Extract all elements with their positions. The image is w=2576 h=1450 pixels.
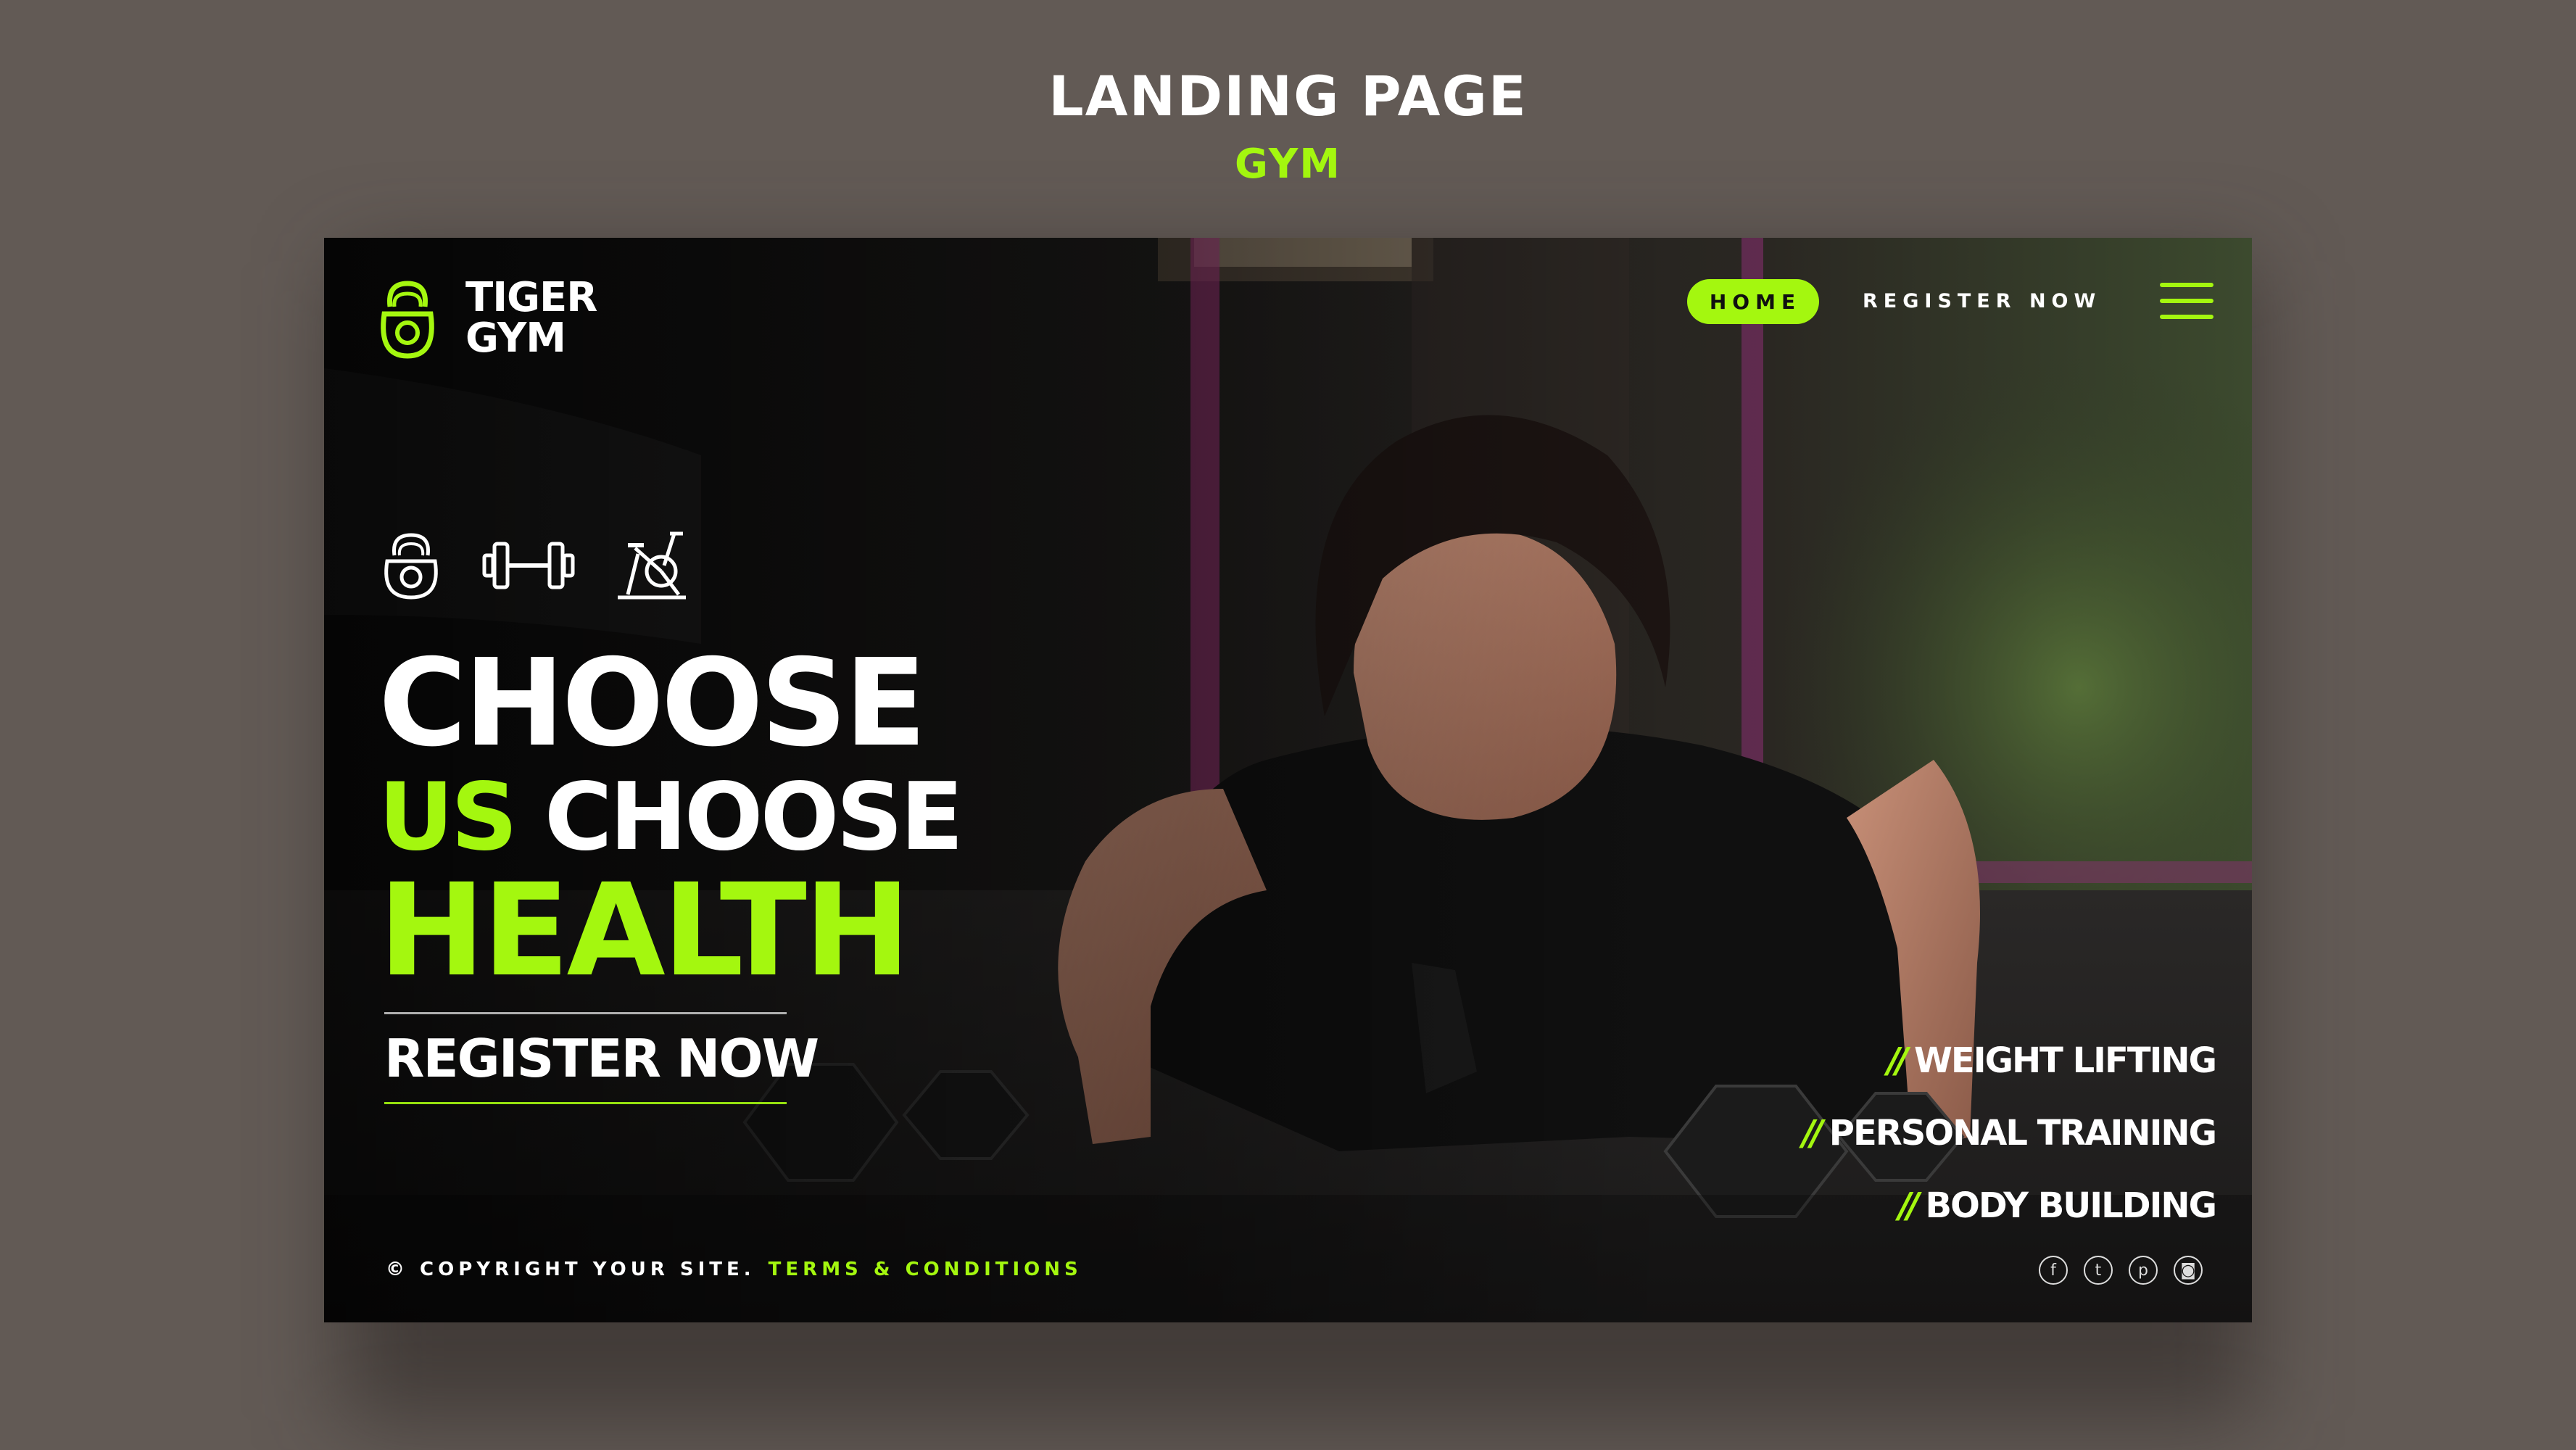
- service-label: WEIGHT LIFTING: [1913, 1040, 2217, 1081]
- service-item[interactable]: //BODY BUILDING: [1802, 1169, 2217, 1242]
- terms-link[interactable]: TERMS & CONDITIONS: [769, 1259, 1082, 1280]
- social-links: f t p ◙: [2023, 1256, 2203, 1285]
- service-item[interactable]: //WEIGHT LIFTING: [1802, 1024, 2217, 1097]
- kettlebell-icon: [384, 533, 438, 600]
- exercise-bike-icon: [618, 531, 686, 600]
- brand-line1: TIGER: [465, 274, 597, 321]
- dumbbell-icon: [482, 542, 575, 589]
- showcase-title: LANDING PAGE: [1048, 64, 1528, 128]
- pinterest-icon[interactable]: p: [2129, 1256, 2158, 1285]
- copyright-text: © COPYRIGHT YOUR SITE.: [386, 1259, 755, 1280]
- service-marker: //: [1887, 1040, 1908, 1081]
- nav-register-link[interactable]: REGISTER NOW: [1863, 290, 2101, 312]
- facebook-icon[interactable]: f: [2039, 1256, 2068, 1285]
- cta-top-divider: [384, 1012, 787, 1014]
- hero-line1: CHOOSE: [378, 634, 927, 774]
- hero-headline: CHOOSE US CHOOSE HEALTH: [378, 634, 964, 1005]
- landing-page-frame: TIGER GYM HOME REGISTER NOW CHOOSE US CH…: [324, 238, 2252, 1322]
- kettlebell-icon: [381, 281, 434, 359]
- hero-line2: US CHOOSE: [378, 771, 964, 864]
- service-item[interactable]: //PERSONAL TRAINING: [1802, 1097, 2217, 1169]
- service-marker: //: [1802, 1113, 1823, 1153]
- hero-line3: HEALTH: [378, 856, 911, 1005]
- nav-home-button[interactable]: HOME: [1687, 279, 1819, 324]
- feature-icons: [378, 529, 726, 602]
- brand-line2: GYM: [465, 315, 566, 362]
- brand-name: TIGER GYM: [465, 278, 597, 359]
- showcase-subtitle: GYM: [1234, 141, 1341, 188]
- showcase-header: LANDING PAGE GYM: [0, 69, 2576, 185]
- hamburger-menu-icon[interactable]: [2160, 283, 2213, 320]
- twitter-icon[interactable]: t: [2084, 1256, 2113, 1285]
- footer: © COPYRIGHT YOUR SITE. TERMS & CONDITIONS: [386, 1259, 1082, 1280]
- brand-logo[interactable]: TIGER GYM: [371, 278, 597, 359]
- cta-bottom-divider: [384, 1102, 787, 1104]
- hero-line2-rest: CHOOSE: [544, 763, 964, 871]
- register-now-button[interactable]: REGISTER NOW: [384, 1028, 819, 1089]
- hero-line2-highlight: US: [378, 763, 518, 871]
- service-label: BODY BUILDING: [1925, 1185, 2217, 1226]
- services-list: //WEIGHT LIFTING //PERSONAL TRAINING //B…: [1802, 1024, 2217, 1242]
- service-marker: //: [1898, 1185, 1919, 1226]
- service-label: PERSONAL TRAINING: [1829, 1113, 2217, 1153]
- instagram-icon[interactable]: ◙: [2174, 1256, 2203, 1285]
